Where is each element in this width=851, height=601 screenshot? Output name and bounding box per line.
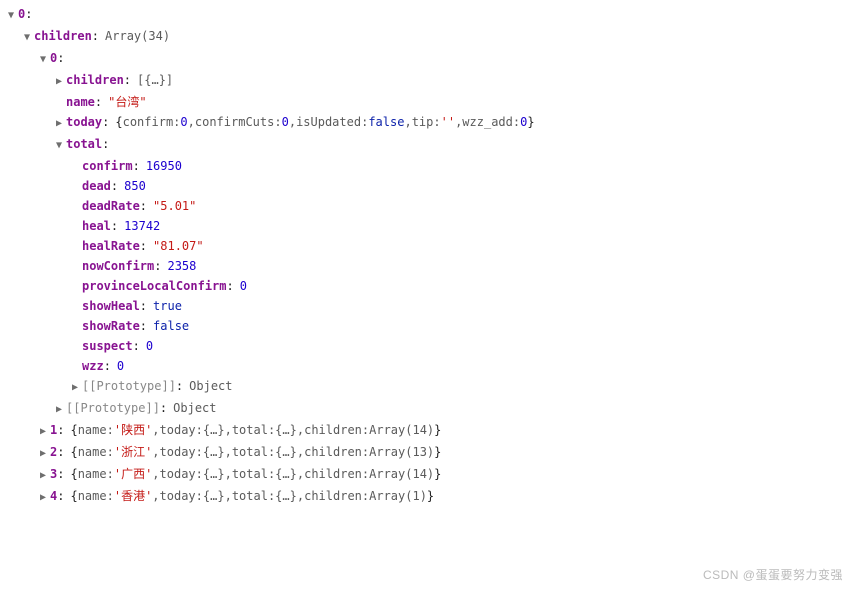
tree-row-item-2[interactable]: 2: {name: '浙江', today: {…}, total: {…}, …: [8, 442, 843, 464]
number-value: 13742: [124, 216, 160, 236]
number-value: 850: [124, 176, 146, 196]
tree-row-total-dead[interactable]: dead:850: [8, 176, 843, 196]
chevron-right-icon[interactable]: [72, 378, 82, 398]
tree-row-proto-item0[interactable]: [[Prototype]]: Object: [8, 398, 843, 420]
tree-row-children-nested[interactable]: children: [{…}]: [8, 70, 843, 92]
prop-key: total: [66, 134, 102, 154]
chevron-right-icon[interactable]: [40, 466, 50, 486]
number-value: 16950: [146, 156, 182, 176]
proto-key: [[Prototype]]: [66, 398, 160, 418]
tree-row-total-suspect[interactable]: suspect:0: [8, 336, 843, 356]
number-value: 0: [117, 356, 124, 376]
proto-value: Object: [173, 398, 216, 418]
preview-key: confirmCuts: [195, 112, 274, 132]
preview-key: isUpdated: [296, 112, 361, 132]
index-key: 0: [18, 4, 25, 24]
tree-row-proto-total[interactable]: [[Prototype]]: Object: [8, 376, 843, 398]
tree-row-total-provinceLocalConfirm[interactable]: provinceLocalConfirm:0: [8, 276, 843, 296]
tree-row-root[interactable]: 0:: [8, 4, 843, 26]
index-key: 0: [50, 48, 57, 68]
tree-row-item-4[interactable]: 4: {name: '香港', today: {…}, total: {…}, …: [8, 486, 843, 508]
chevron-right-icon[interactable]: [40, 422, 50, 442]
tree-row-name[interactable]: name: "台湾": [8, 92, 843, 112]
tree-row-total-confirm[interactable]: confirm:16950: [8, 156, 843, 176]
tree-row-total-showRate[interactable]: showRate:false: [8, 316, 843, 336]
string-value: "5.01": [153, 196, 196, 216]
number-value: 2358: [167, 256, 196, 276]
tree-row-total-showHeal[interactable]: showHeal:true: [8, 296, 843, 316]
tree-row-total-deadRate[interactable]: deadRate:"5.01": [8, 196, 843, 216]
bool-value: false: [153, 316, 189, 336]
bool-value: true: [153, 296, 182, 316]
number-value: 0: [240, 276, 247, 296]
number-value: 0: [282, 112, 289, 132]
prop-key: children: [34, 26, 92, 46]
tree-row-total-wzz[interactable]: wzz:0: [8, 356, 843, 376]
prop-key: name: [66, 92, 95, 112]
number-value: 0: [180, 112, 187, 132]
tree-row-today[interactable]: today: { confirm: 0, confirmCuts: 0, isU…: [8, 112, 843, 134]
prop-key: today: [66, 112, 102, 132]
preview-key: tip: [412, 112, 434, 132]
chevron-right-icon[interactable]: [40, 488, 50, 508]
chevron-down-icon[interactable]: [8, 6, 18, 26]
chevron-down-icon[interactable]: [40, 50, 50, 70]
proto-value: Object: [189, 376, 232, 396]
prop-key: children: [66, 70, 124, 90]
watermark-text: CSDN @蛋蛋要努力变强: [703, 565, 843, 585]
proto-key: [[Prototype]]: [82, 376, 176, 396]
index-key: 3: [50, 464, 57, 484]
string-value: "台湾": [108, 92, 146, 112]
index-key: 1: [50, 420, 57, 440]
value-preview: [{…}]: [137, 70, 173, 90]
brace: {: [115, 112, 122, 132]
bool-value: false: [368, 112, 404, 132]
tree-row-item-1[interactable]: 1: {name: '陕西', today: {…}, total: {…}, …: [8, 420, 843, 442]
index-key: 2: [50, 442, 57, 462]
preview-key: wzz_add: [462, 112, 513, 132]
tree-row-children[interactable]: children: Array(34): [8, 26, 843, 48]
tree-row-total-nowConfirm[interactable]: nowConfirm:2358: [8, 256, 843, 276]
tree-row-total-heal[interactable]: heal:13742: [8, 216, 843, 236]
tree-row-item-0[interactable]: 0:: [8, 48, 843, 70]
chevron-right-icon[interactable]: [40, 444, 50, 464]
chevron-right-icon[interactable]: [56, 114, 66, 134]
chevron-down-icon[interactable]: [56, 136, 66, 156]
chevron-right-icon[interactable]: [56, 400, 66, 420]
string-value: '': [441, 112, 455, 132]
number-value: 0: [520, 112, 527, 132]
brace: }: [527, 112, 534, 132]
index-key: 4: [50, 486, 57, 506]
chevron-right-icon[interactable]: [56, 72, 66, 92]
string-value: "81.07": [153, 236, 204, 256]
tree-row-item-3[interactable]: 3: {name: '广西', today: {…}, total: {…}, …: [8, 464, 843, 486]
tree-row-total[interactable]: total:: [8, 134, 843, 156]
chevron-down-icon[interactable]: [24, 28, 34, 48]
type-summary: Array(34): [105, 26, 170, 46]
tree-row-total-healRate[interactable]: healRate:"81.07": [8, 236, 843, 256]
preview-key: confirm: [123, 112, 174, 132]
number-value: 0: [146, 336, 153, 356]
